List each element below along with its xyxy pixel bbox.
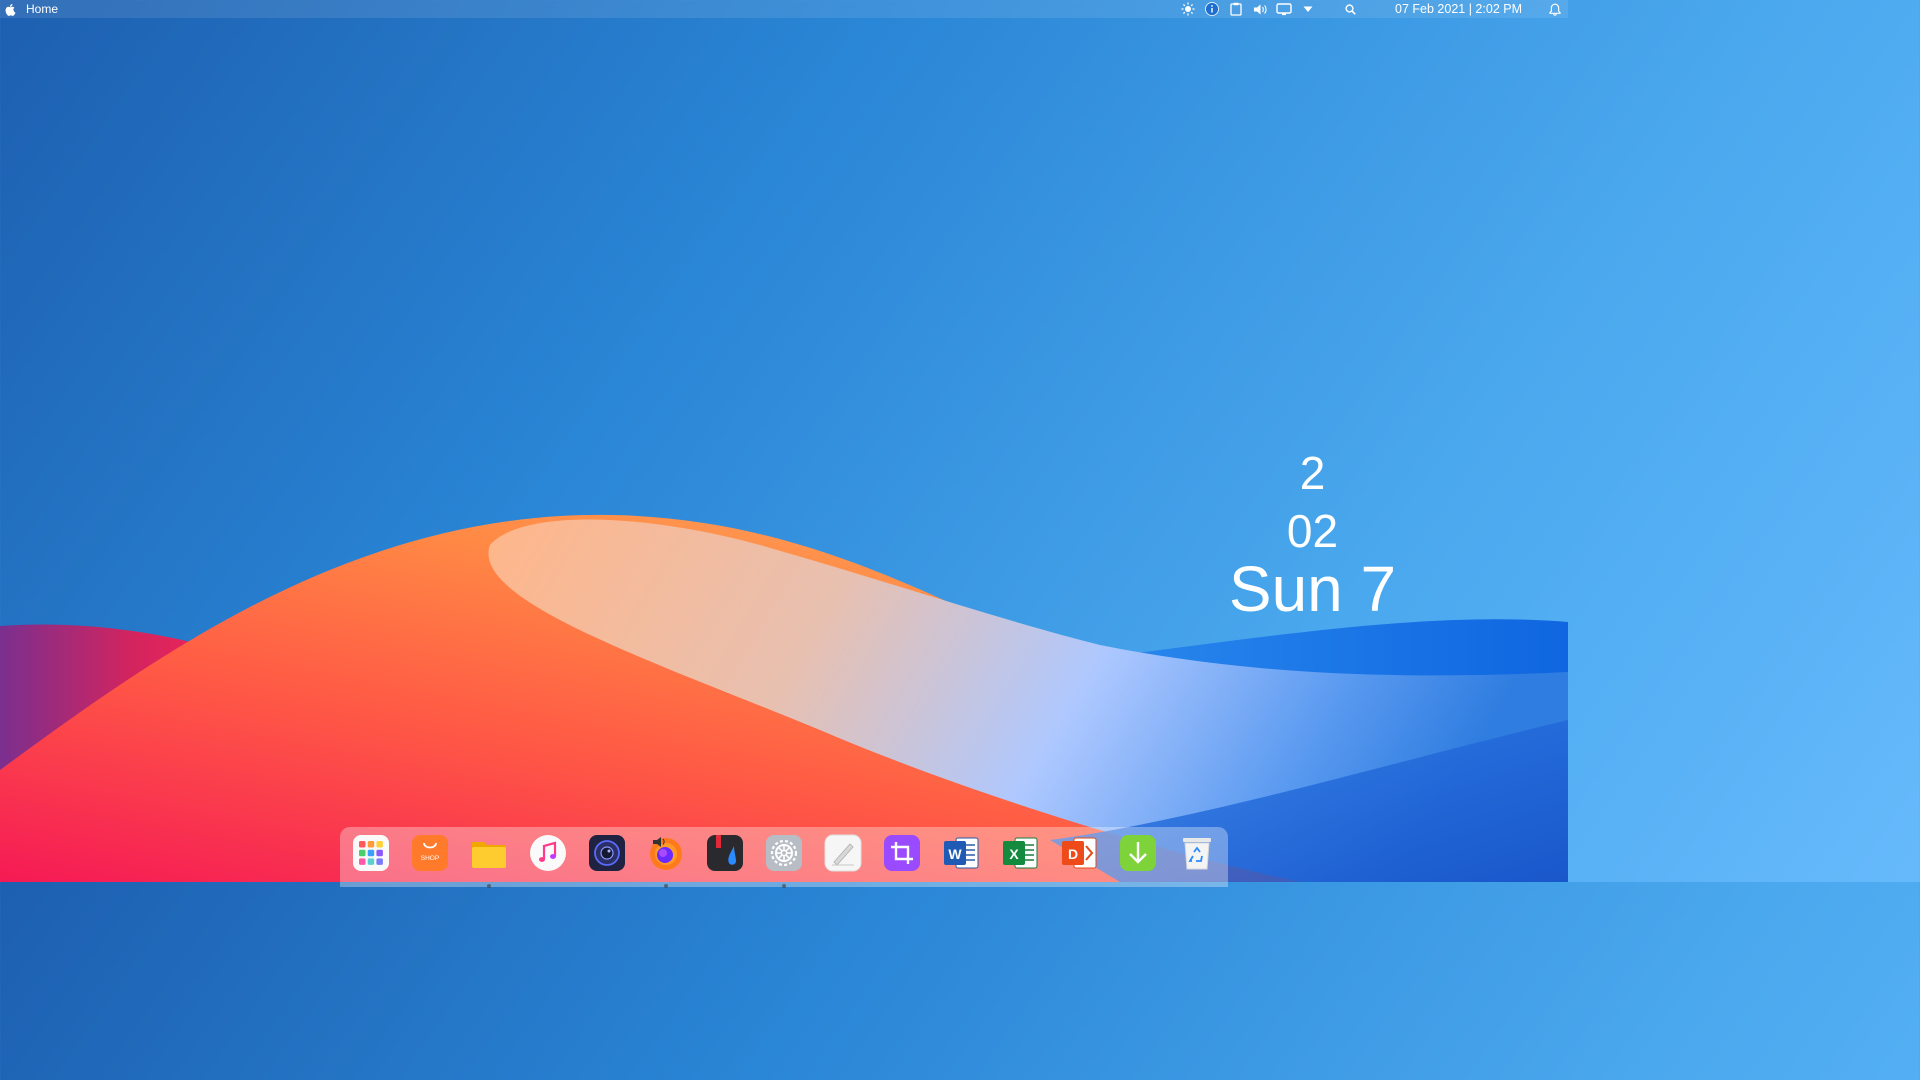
dock-item-notes[interactable] <box>824 834 862 872</box>
dock-item-shop[interactable]: SHOP <box>411 834 449 872</box>
running-indicator <box>487 884 491 888</box>
dock-item-office[interactable]: D <box>1060 834 1098 872</box>
dropdown-arrow-icon[interactable] <box>1299 0 1317 18</box>
dock-item-text-editor[interactable] <box>706 834 744 872</box>
widget-hour: 2 <box>1299 447 1326 499</box>
search-icon[interactable] <box>1341 0 1359 18</box>
recycle-bin-icon <box>1183 838 1211 870</box>
desktop-wallpaper <box>0 0 1568 882</box>
display-icon[interactable] <box>1275 0 1293 18</box>
desktop-clock-widget: 2 02 Sun 7 <box>1215 446 1410 625</box>
dock-item-screenshot[interactable] <box>883 834 921 872</box>
excel-label: X <box>1009 846 1019 862</box>
dock-item-excel[interactable]: X <box>1001 834 1039 872</box>
notification-bell-icon[interactable] <box>1546 0 1564 18</box>
dock-item-music[interactable] <box>529 834 567 872</box>
camera-icon <box>589 835 625 871</box>
volume-icon[interactable] <box>1251 0 1269 18</box>
word-icon: W <box>944 837 979 869</box>
music-note-icon <box>530 835 566 871</box>
gear-icon <box>766 835 802 871</box>
pen-icon <box>824 834 862 872</box>
dock-item-firefox[interactable] <box>647 834 685 888</box>
office-icon: D <box>1062 837 1097 869</box>
shop-label: SHOP <box>421 855 439 862</box>
info-icon[interactable] <box>1203 0 1221 18</box>
firefox-icon <box>650 837 682 870</box>
dock-item-camera[interactable] <box>588 834 626 872</box>
dock-item-settings[interactable] <box>765 834 803 888</box>
folder-icon <box>472 842 506 868</box>
widget-day: Sun 7 <box>1228 553 1397 625</box>
dock-item-trash[interactable] <box>1178 834 1216 872</box>
app-grid-icon <box>353 835 389 871</box>
excel-icon: X <box>1003 837 1038 869</box>
ink-drop-icon <box>707 835 743 871</box>
office-label: D <box>1068 846 1078 862</box>
running-indicator <box>664 884 668 888</box>
crop-icon <box>884 835 920 871</box>
clipboard-icon[interactable] <box>1227 0 1245 18</box>
dock-item-launcher[interactable] <box>352 834 390 872</box>
running-indicator <box>782 884 786 888</box>
datetime-display[interactable]: 07 Feb 2021 | 2:02 PM <box>1395 0 1522 18</box>
download-arrow-icon <box>1120 835 1156 871</box>
apple-menu-icon[interactable] <box>4 2 16 16</box>
dock: SHOP W X D <box>340 827 1228 888</box>
widget-minute: 02 <box>1286 505 1339 557</box>
active-app-title[interactable]: Home <box>26 0 58 18</box>
shop-icon: SHOP <box>412 835 448 871</box>
brightness-icon[interactable] <box>1179 0 1197 18</box>
dock-item-word[interactable]: W <box>942 834 980 872</box>
dock-item-files[interactable] <box>470 834 508 888</box>
dock-item-downloader[interactable] <box>1119 834 1157 872</box>
top-panel: Home 07 Feb 2021 | 2:02 PM <box>0 0 1568 18</box>
word-label: W <box>948 846 962 862</box>
